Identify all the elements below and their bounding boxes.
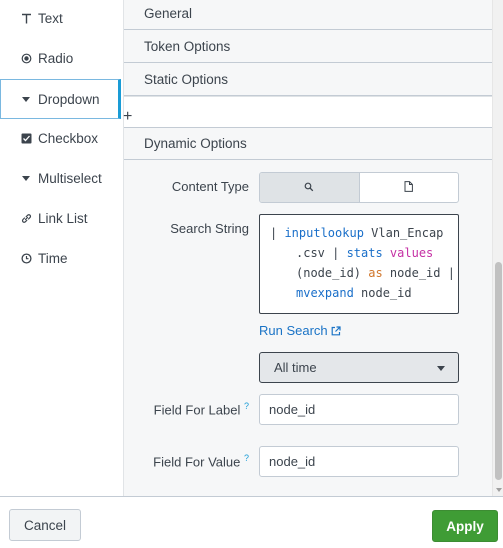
search-token: node_id [353, 286, 412, 300]
apply-button[interactable]: Apply [432, 510, 498, 542]
search-token: node_id | [382, 266, 455, 280]
field-for-value-input[interactable] [259, 446, 459, 477]
type-item-label: Multiselect [38, 170, 102, 186]
field-for-value-label: Field For Value ? [124, 453, 249, 469]
type-item-dropdown[interactable]: Dropdown [0, 79, 121, 119]
type-item-label: Time [38, 250, 68, 266]
search-token: as [368, 266, 383, 280]
type-item-link-list[interactable]: Link List [0, 198, 121, 238]
search-token: values [382, 246, 434, 260]
type-item-time[interactable]: Time [0, 238, 121, 278]
text-t-icon [20, 12, 32, 24]
type-item-label: Checkbox [38, 130, 99, 146]
run-search-link[interactable]: Run Search [259, 323, 341, 338]
input-type-list: Text Radio Dropdown Checkbox Multiselect… [0, 0, 123, 496]
search-string-editor[interactable]: | inputlookup Vlan_Encap .csv | stats va… [259, 214, 459, 314]
type-item-label: Link List [38, 210, 88, 226]
field-for-label-input[interactable] [259, 394, 459, 425]
external-link-icon [331, 325, 341, 336]
search-token: | [270, 226, 285, 240]
section-general[interactable]: General [124, 0, 492, 30]
dialog-footer: Cancel Apply [0, 496, 503, 548]
settings-panel: General Token Options Static Options Dyn… [123, 0, 492, 496]
content-type-search-button[interactable] [260, 173, 360, 202]
section-title: Token Options [144, 38, 231, 54]
add-option-button[interactable]: + [123, 109, 132, 125]
search-icon [304, 180, 314, 195]
help-icon[interactable]: ? [244, 401, 249, 411]
section-title: Dynamic Options [144, 136, 247, 151]
cancel-button[interactable]: Cancel [9, 509, 81, 541]
search-token: inputlookup [284, 226, 364, 240]
field-for-value-text: Field For Value [153, 454, 241, 470]
search-token: stats [346, 246, 383, 260]
type-item-label: Text [38, 10, 63, 26]
help-icon[interactable]: ? [244, 453, 249, 463]
section-token-options[interactable]: Token Options [124, 30, 492, 63]
type-item-checkbox[interactable]: Checkbox [0, 118, 121, 158]
search-token: mvexpand [296, 286, 354, 300]
type-item-text[interactable]: Text [0, 0, 121, 38]
search-token: Vlan_Encap [363, 226, 444, 240]
scrollbar-thumb[interactable] [495, 262, 502, 480]
content-type-toggle [259, 172, 459, 203]
static-options-body [124, 96, 492, 128]
type-item-radio[interactable]: Radio [0, 38, 121, 78]
content-type-label: Content Type [171, 179, 249, 194]
caret-down-icon [20, 93, 32, 105]
time-range-picker[interactable]: All time [259, 352, 459, 383]
file-icon [404, 180, 414, 195]
type-item-multiselect[interactable]: Multiselect [0, 158, 121, 198]
content-type-file-button[interactable] [360, 173, 459, 202]
time-range-value: All time [274, 360, 317, 375]
caret-down-icon [20, 172, 32, 184]
clock-icon [20, 252, 32, 264]
panel-scrollbar[interactable] [492, 0, 503, 496]
type-item-label: Radio [38, 50, 74, 66]
field-for-label-text: Field For Label [153, 402, 241, 418]
search-token: .csv | [296, 246, 347, 260]
scroll-down-icon[interactable] [496, 488, 502, 492]
search-token: (node_id) [296, 266, 369, 280]
section-title: Static Options [144, 71, 229, 87]
radio-icon [20, 52, 32, 64]
field-for-label-label: Field For Label ? [124, 401, 249, 417]
section-static-options[interactable]: Static Options [124, 63, 492, 96]
search-string-label: Search String [170, 221, 249, 236]
run-search-label: Run Search [259, 323, 328, 338]
section-title: General [144, 5, 193, 21]
link-icon [20, 212, 32, 224]
caret-down-icon [437, 366, 445, 371]
type-item-label: Dropdown [38, 91, 100, 107]
section-dynamic-options[interactable]: Dynamic Options [124, 128, 492, 160]
checkbox-icon [20, 132, 32, 144]
